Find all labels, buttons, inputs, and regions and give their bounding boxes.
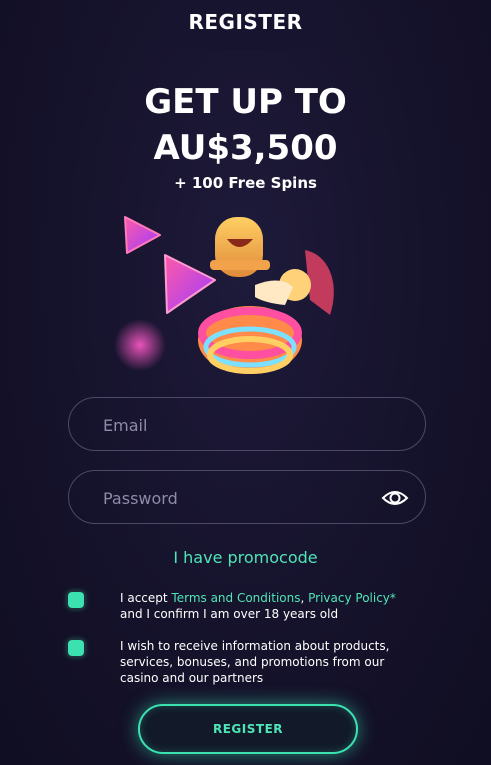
- password-field[interactable]: [68, 470, 426, 525]
- play-triangle-small: [124, 216, 161, 254]
- marketing-checkbox[interactable]: [68, 640, 84, 656]
- terms-text-pre: I accept: [120, 591, 172, 605]
- terms-text-sep: ,: [300, 591, 309, 605]
- mascot-hand: [255, 280, 293, 305]
- terms-checkbox[interactable]: [68, 592, 84, 608]
- marketing-consent-text: I wish to receive information about prod…: [120, 639, 390, 685]
- bonus-free-spins: + 100 Free Spins: [174, 174, 317, 192]
- terms-link[interactable]: Terms and Conditions: [171, 591, 300, 605]
- terms-text-post: and I confirm I am over 18 years old: [120, 607, 339, 621]
- page-title: REGISTER: [188, 10, 303, 34]
- play-triangle-large: [164, 254, 216, 314]
- register-button[interactable]: REGISTER: [138, 704, 358, 754]
- mascot-collar: [210, 260, 270, 270]
- password-input[interactable]: [101, 471, 375, 525]
- email-field[interactable]: [68, 397, 426, 452]
- privacy-policy-link[interactable]: Privacy Policy*: [308, 591, 396, 605]
- eye-icon[interactable]: [381, 485, 409, 511]
- bonus-headline-line1: GET UP TO: [144, 82, 347, 122]
- blur-orb: [115, 319, 166, 371]
- email-input[interactable]: [101, 398, 375, 452]
- mascot-illustration: [115, 216, 334, 374]
- terms-consent-text: I accept Terms and Conditions, Privacy P…: [120, 590, 400, 622]
- promocode-link[interactable]: I have promocode: [0, 548, 491, 567]
- bonus-amount: AU$3,500: [153, 128, 338, 168]
